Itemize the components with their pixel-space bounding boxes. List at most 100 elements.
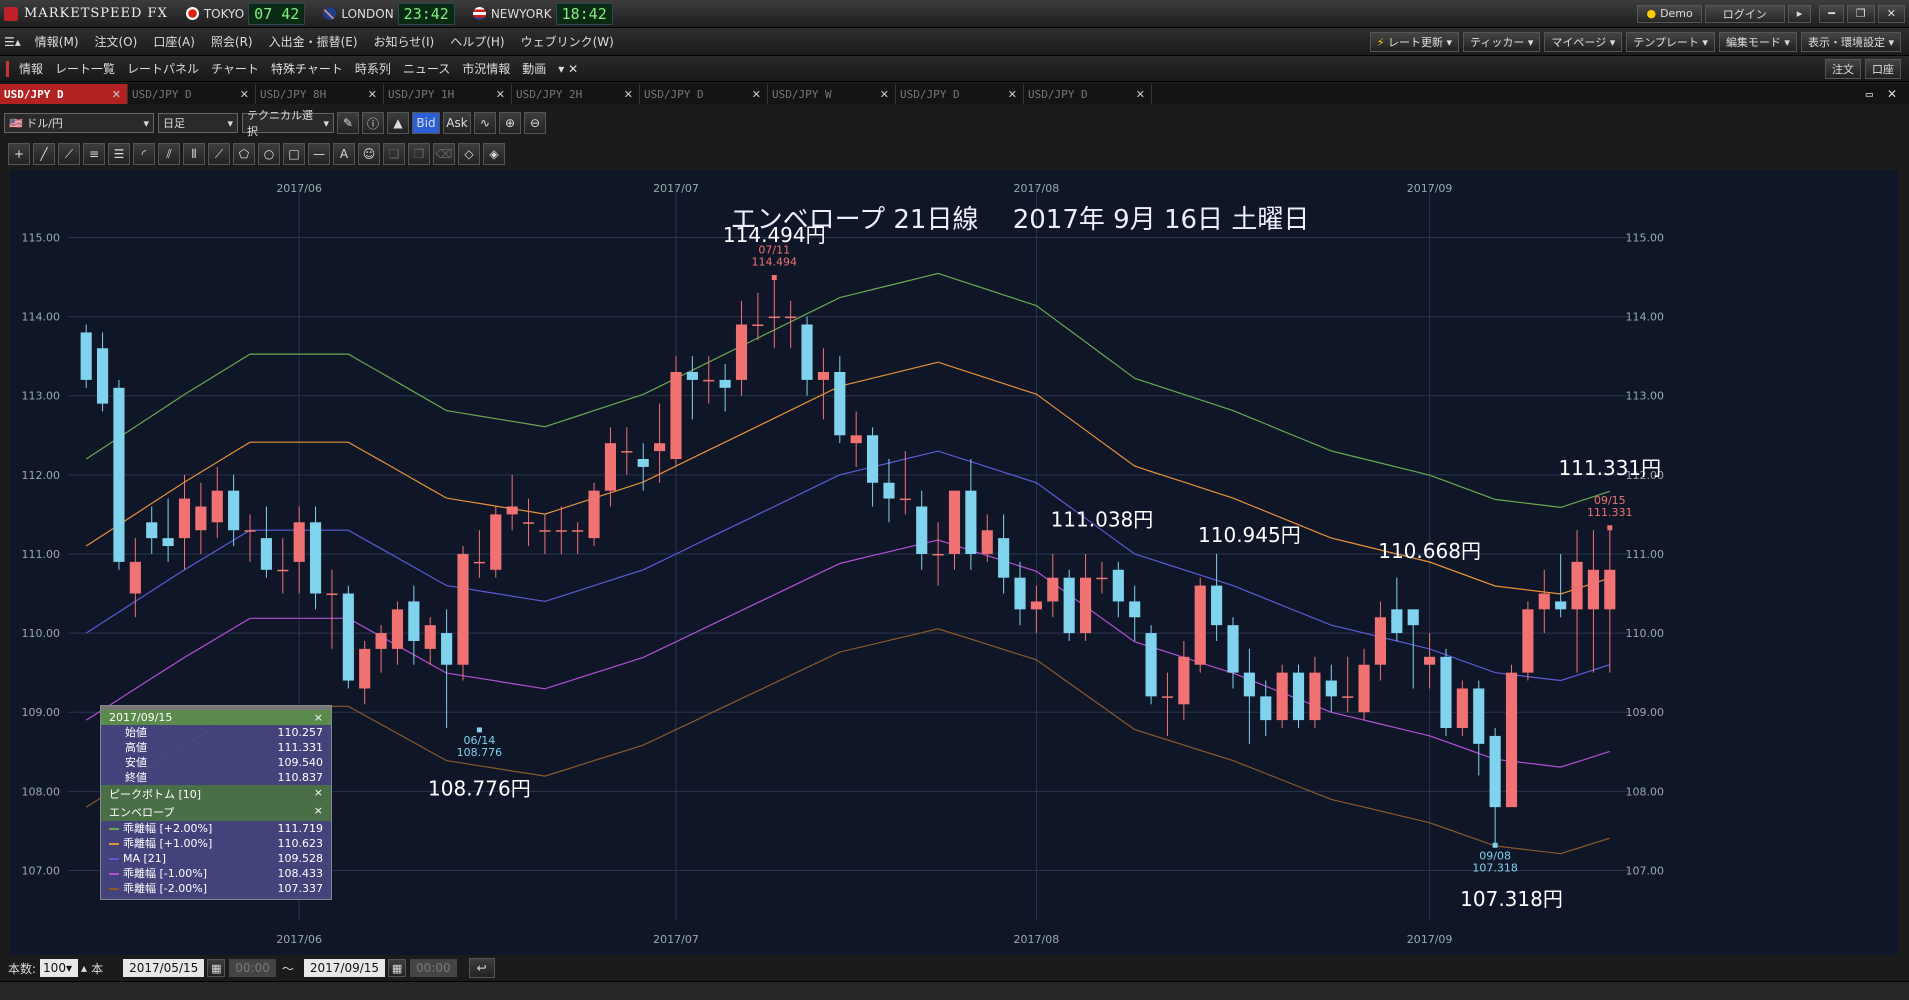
tab-usdjpy-d[interactable]: USD/JPY D ✕ <box>1024 84 1152 104</box>
bid-button[interactable]: Bid <box>412 112 440 134</box>
tab-usdjpy-8h[interactable]: USD/JPY 8H ✕ <box>256 84 384 104</box>
pen-icon[interactable]: ✎ <box>337 112 359 134</box>
close-icon[interactable]: × <box>314 804 323 820</box>
nav-more-icon[interactable]: ▾ ✕ <box>552 62 584 76</box>
menu-notice[interactable]: お知らせ(I) <box>366 33 443 50</box>
tab-usdjpy-w[interactable]: USD/JPY W ✕ <box>768 84 896 104</box>
menu-weblink[interactable]: ウェブリンク(W) <box>513 33 622 50</box>
close-icon[interactable]: ✕ <box>880 88 889 101</box>
area-chart-icon[interactable]: ▲ <box>387 112 409 134</box>
close-icon[interactable]: ✕ <box>496 88 505 101</box>
login-button[interactable]: ログイン <box>1704 4 1785 23</box>
maximize-icon[interactable]: ❐ <box>1846 4 1875 23</box>
template-button[interactable]: テンプレート ▾ <box>1626 31 1715 52</box>
period-select[interactable]: 日足 ▾ <box>158 113 238 133</box>
nav-news[interactable]: ニュース <box>397 60 456 77</box>
close-icon[interactable]: ✕ <box>752 88 761 101</box>
nav-info[interactable]: 情報 <box>13 60 49 77</box>
nav-rate-panel[interactable]: レートパネル <box>121 60 205 77</box>
hline-icon[interactable]: — <box>308 143 330 165</box>
tab-usdjpy-2h[interactable]: USD/JPY 2H ✕ <box>512 84 640 104</box>
delete-icon[interactable]: ⌫ <box>433 143 455 165</box>
trendline-icon[interactable]: ╱ <box>33 143 55 165</box>
close-icon[interactable]: ✕ <box>240 88 249 101</box>
menu-order[interactable]: 注文(O) <box>87 33 146 50</box>
horizontal-lines-icon[interactable]: ≡ <box>83 143 105 165</box>
from-date-input[interactable]: 2017/05/15 <box>123 959 205 977</box>
currency-pair-select[interactable]: 🇺🇸 ドル/円 ▾ <box>4 113 154 133</box>
nav-market-info[interactable]: 市況情報 <box>456 60 516 77</box>
eraser-all-icon[interactable]: ◈ <box>483 143 505 165</box>
menu-toggle-icon[interactable]: ☰▴ <box>4 35 21 49</box>
close-icon[interactable]: ✕ <box>1136 88 1145 101</box>
info-icon[interactable]: ⓘ <box>362 112 384 134</box>
expand-icon[interactable]: ▸ <box>1787 4 1812 23</box>
copy-icon[interactable]: ❏ <box>383 143 405 165</box>
tab-usdjpy-d[interactable]: USD/JPY D ✕ <box>128 84 256 104</box>
calendar-icon[interactable]: ▦ <box>207 959 226 977</box>
close-icon[interactable]: ✕ <box>624 88 633 101</box>
polygon-icon[interactable]: ⬠ <box>233 143 255 165</box>
parallel-lines-icon[interactable]: ⫽ <box>158 143 180 165</box>
crosshair-icon[interactable]: + <box>8 143 30 165</box>
vertical-lines-icon[interactable]: ⦀ <box>183 143 205 165</box>
calendar-icon[interactable]: ▦ <box>388 959 407 977</box>
data-window[interactable]: 2017/09/15 × 始値 110.257 高値 111.331 安値 109.54… <box>100 705 332 900</box>
nav-timeseries[interactable]: 時系列 <box>349 60 397 77</box>
to-time-input[interactable]: 00:00 <box>410 959 457 977</box>
to-date-input[interactable]: 2017/09/15 <box>303 959 386 977</box>
y-tick-label: 108.00 <box>22 785 61 798</box>
menu-help[interactable]: ヘルプ(H) <box>442 33 512 50</box>
mypage-button[interactable]: マイページ ▾ <box>1544 31 1623 52</box>
eraser-icon[interactable]: ◇ <box>458 143 480 165</box>
zoom-out-icon[interactable]: ⊖ <box>524 112 546 134</box>
nav-chart[interactable]: チャート <box>205 60 265 77</box>
menu-account[interactable]: 口座(A) <box>145 33 203 50</box>
candle-body <box>752 324 764 327</box>
ticker-button[interactable]: ティッカー ▾ <box>1463 31 1541 52</box>
close-icon[interactable]: ✕ <box>368 88 377 101</box>
menu-info[interactable]: 情報(M) <box>27 33 87 50</box>
nav-video[interactable]: 動画 <box>516 60 552 77</box>
nav-account-button[interactable]: 口座 <box>1865 58 1901 79</box>
close-icon[interactable]: × <box>314 786 323 802</box>
tab-usdjpy-d[interactable]: USD/JPY D ✕ <box>0 84 128 104</box>
text-icon[interactable]: A <box>333 143 355 165</box>
line-chart-icon[interactable]: ∿ <box>474 112 496 134</box>
close-icon[interactable]: ✕ <box>112 88 121 101</box>
circle-icon[interactable]: ○ <box>258 143 280 165</box>
nav-rate-list[interactable]: レート一覧 <box>49 60 121 77</box>
edit-mode-button[interactable]: 編集モード ▾ <box>1718 31 1797 52</box>
tab-usdjpy-d[interactable]: USD/JPY D ✕ <box>640 84 768 104</box>
ask-button[interactable]: Ask <box>443 112 471 134</box>
popout-icon[interactable]: ▭ <box>1866 87 1873 101</box>
menu-deposit[interactable]: 入出金・振替(E) <box>261 33 366 50</box>
menu-inquiry[interactable]: 照会(R) <box>203 33 261 50</box>
from-time-input[interactable]: 00:00 <box>229 959 276 977</box>
rate-update-button[interactable]: ⚡ レート更新 ▾ <box>1369 31 1460 52</box>
paste-icon[interactable]: ❐ <box>408 143 430 165</box>
technical-select[interactable]: テクニカル選択 ▾ <box>242 109 334 138</box>
tab-usdjpy-1h[interactable]: USD/JPY 1H ✕ <box>384 84 512 104</box>
demo-button[interactable]: ● Demo <box>1637 4 1702 23</box>
fibonacci-icon[interactable]: ⟋ <box>208 143 230 165</box>
count-up-icon[interactable]: ▴ <box>81 961 87 975</box>
settings-button[interactable]: 表示・環境設定 ▾ <box>1800 31 1901 52</box>
channel-icon[interactable]: ☰ <box>108 143 130 165</box>
close-icon[interactable]: ✕ <box>1887 87 1897 101</box>
ray-icon[interactable]: ⟋ <box>58 143 80 165</box>
tab-usdjpy-d[interactable]: USD/JPY D ✕ <box>896 84 1024 104</box>
chevron-down-icon: ▾ <box>227 116 233 130</box>
rectangle-icon[interactable]: □ <box>283 143 305 165</box>
close-icon[interactable]: × <box>314 711 323 724</box>
reset-icon[interactable]: ↩ <box>468 958 495 978</box>
stamp-icon[interactable]: ☺ <box>358 143 380 165</box>
zoom-in-icon[interactable]: ⊕ <box>499 112 521 134</box>
close-icon[interactable]: ✕ <box>1877 4 1905 23</box>
nav-special-chart[interactable]: 特殊チャート <box>265 60 349 77</box>
count-input[interactable]: 100 ▾ <box>40 959 79 977</box>
nav-order-button[interactable]: 注文 <box>1825 58 1861 79</box>
close-icon[interactable]: ✕ <box>1008 88 1017 101</box>
minimize-icon[interactable]: ━ <box>1819 4 1844 23</box>
fan-icon[interactable]: ◜ <box>133 143 155 165</box>
